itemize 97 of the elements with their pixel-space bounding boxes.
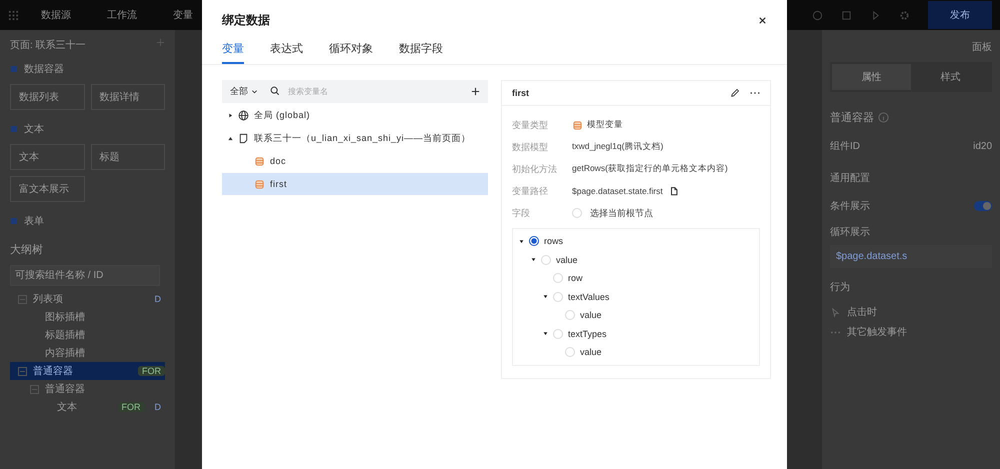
field-name[interactable]: value bbox=[556, 254, 578, 265]
field-label: 变量类型 bbox=[512, 118, 549, 132]
dialog-title: 绑定数据 bbox=[222, 12, 270, 29]
event-item[interactable]: 其它触发事件 bbox=[847, 325, 907, 339]
variable-tree-item[interactable]: doc bbox=[222, 150, 488, 172]
dialog-tab[interactable]: 循环对象 bbox=[329, 41, 373, 64]
component-tile[interactable]: 文本 bbox=[10, 144, 84, 170]
pointer-icon bbox=[830, 306, 841, 318]
outline-node[interactable]: 标题插槽 bbox=[10, 326, 165, 344]
field-name[interactable]: row bbox=[568, 273, 583, 284]
info-icon bbox=[878, 112, 889, 123]
node-flag-label: FOR bbox=[138, 366, 165, 376]
scope-dropdown[interactable]: 全部 bbox=[222, 80, 264, 103]
outline-node[interactable]: 文本 FOR D bbox=[10, 398, 165, 416]
variable-tree-item[interactable]: 联系三十一（u_lian_xi_san_shi_yi——当前页面） bbox=[222, 127, 488, 149]
panel-tab[interactable]: 属性 bbox=[832, 64, 911, 90]
group-title[interactable]: 表单 bbox=[24, 214, 44, 228]
close-icon[interactable] bbox=[758, 16, 767, 25]
field-name[interactable]: textTypes bbox=[568, 328, 607, 339]
caret-icon[interactable] bbox=[543, 294, 548, 300]
caret-icon[interactable] bbox=[519, 238, 524, 244]
node-flag-label: FOR bbox=[118, 402, 144, 412]
group-title[interactable]: 文本 bbox=[24, 122, 44, 136]
field-value: getRows(获取指定行的单元格文本内容) bbox=[572, 163, 728, 175]
outline-search-field[interactable]: 可搜索组件名称 / ID bbox=[10, 265, 160, 286]
field-name[interactable]: value bbox=[580, 310, 602, 320]
database-icon bbox=[254, 156, 265, 166]
add-icon[interactable] bbox=[471, 87, 480, 96]
outline-node[interactable]: 普通容器 bbox=[10, 380, 165, 398]
group-icon bbox=[10, 217, 18, 225]
node-flag-label: D bbox=[154, 402, 162, 412]
caret-icon[interactable] bbox=[228, 112, 233, 118]
caret-icon[interactable] bbox=[543, 331, 548, 336]
outline-node[interactable]: 内容插槽 bbox=[10, 344, 165, 362]
collapse-icon[interactable] bbox=[18, 294, 27, 304]
collapse-icon[interactable] bbox=[30, 384, 39, 394]
copy-icon[interactable] bbox=[668, 186, 679, 196]
gear-icon[interactable] bbox=[899, 10, 910, 20]
field-value: txwd_jnegl1q(腾讯文档) bbox=[572, 141, 664, 153]
outline-node[interactable]: 普通容器 FOR bbox=[10, 362, 165, 380]
globe-icon bbox=[238, 110, 249, 120]
dialog-tab[interactable]: 表达式 bbox=[270, 41, 303, 64]
field-value: $page.dataset.state.first bbox=[572, 186, 663, 196]
field-name[interactable]: value bbox=[580, 347, 602, 358]
field-name[interactable]: textValues bbox=[568, 292, 610, 302]
caret-icon[interactable] bbox=[531, 257, 536, 262]
page-selector[interactable]: 页面: 联系三十一 bbox=[10, 38, 86, 52]
section-title: 行为 bbox=[830, 282, 850, 293]
toggle-switch[interactable] bbox=[974, 201, 992, 211]
field-value: 模型变量 bbox=[587, 119, 623, 131]
collapse-icon[interactable] bbox=[18, 366, 27, 376]
component-tile[interactable]: 富文本展示 bbox=[10, 176, 84, 202]
binding-field[interactable]: $page.dataset.s bbox=[830, 245, 992, 268]
field-label: 组件ID bbox=[830, 140, 860, 153]
field-label: 变量路径 bbox=[512, 184, 549, 198]
page-icon bbox=[238, 132, 249, 144]
variable-tree-item[interactable]: 全局 (global) bbox=[222, 104, 488, 126]
outline-node[interactable]: 列表项 D bbox=[10, 290, 165, 308]
dialog-tab[interactable]: 数据字段 bbox=[399, 41, 443, 64]
caret-icon[interactable] bbox=[228, 136, 233, 140]
outline-node[interactable]: 图标插槽 bbox=[10, 308, 165, 326]
component-id: id20 bbox=[973, 140, 992, 152]
dialog-tab[interactable]: 变量 bbox=[222, 41, 244, 64]
play-icon[interactable] bbox=[870, 10, 881, 20]
top-nav-item[interactable]: 数据源 bbox=[41, 8, 71, 22]
apps-grid-icon[interactable] bbox=[8, 10, 19, 20]
outline-title: 大纲树 bbox=[10, 244, 43, 256]
component-tile[interactable]: 标题 bbox=[90, 144, 165, 170]
database-icon bbox=[572, 120, 583, 130]
component-tile[interactable]: 数据详情 bbox=[90, 84, 165, 110]
radio-button[interactable] bbox=[529, 236, 539, 246]
component-tile[interactable]: 数据列表 bbox=[10, 84, 84, 110]
field-label: 字段 bbox=[512, 206, 531, 220]
radio-label[interactable]: 选择当前根节点 bbox=[590, 206, 653, 220]
group-icon bbox=[10, 125, 18, 133]
field-label: 数据模型 bbox=[512, 140, 549, 154]
field-name[interactable]: rows bbox=[544, 236, 564, 246]
section-title: 通用配置 bbox=[830, 173, 870, 184]
variable-tree-item[interactable]: first bbox=[222, 173, 488, 195]
component-title: 普通容器 bbox=[830, 110, 874, 125]
field-label: 初始化方法 bbox=[512, 162, 558, 176]
group-icon bbox=[10, 65, 18, 73]
variable-search-field[interactable]: 搜索变量名 bbox=[284, 80, 463, 103]
panel-tab[interactable]: 样式 bbox=[911, 64, 990, 90]
variable-name: first bbox=[512, 88, 530, 98]
top-nav-item[interactable]: 工作流 bbox=[107, 8, 137, 22]
field-label: 循环展示 bbox=[830, 226, 870, 239]
top-nav-item[interactable]: 变量 bbox=[173, 8, 193, 22]
field-label: 条件展示 bbox=[830, 200, 870, 213]
database-icon bbox=[254, 178, 265, 190]
panel-header: 面板 bbox=[972, 42, 992, 53]
pencil-icon[interactable] bbox=[730, 88, 740, 98]
caret-icon bbox=[251, 88, 258, 95]
node-flag-label: D bbox=[154, 294, 162, 304]
event-item[interactable]: 点击时 bbox=[847, 305, 877, 319]
publish-button[interactable]: 发布 bbox=[928, 1, 992, 29]
group-title[interactable]: 数据容器 bbox=[24, 62, 64, 76]
